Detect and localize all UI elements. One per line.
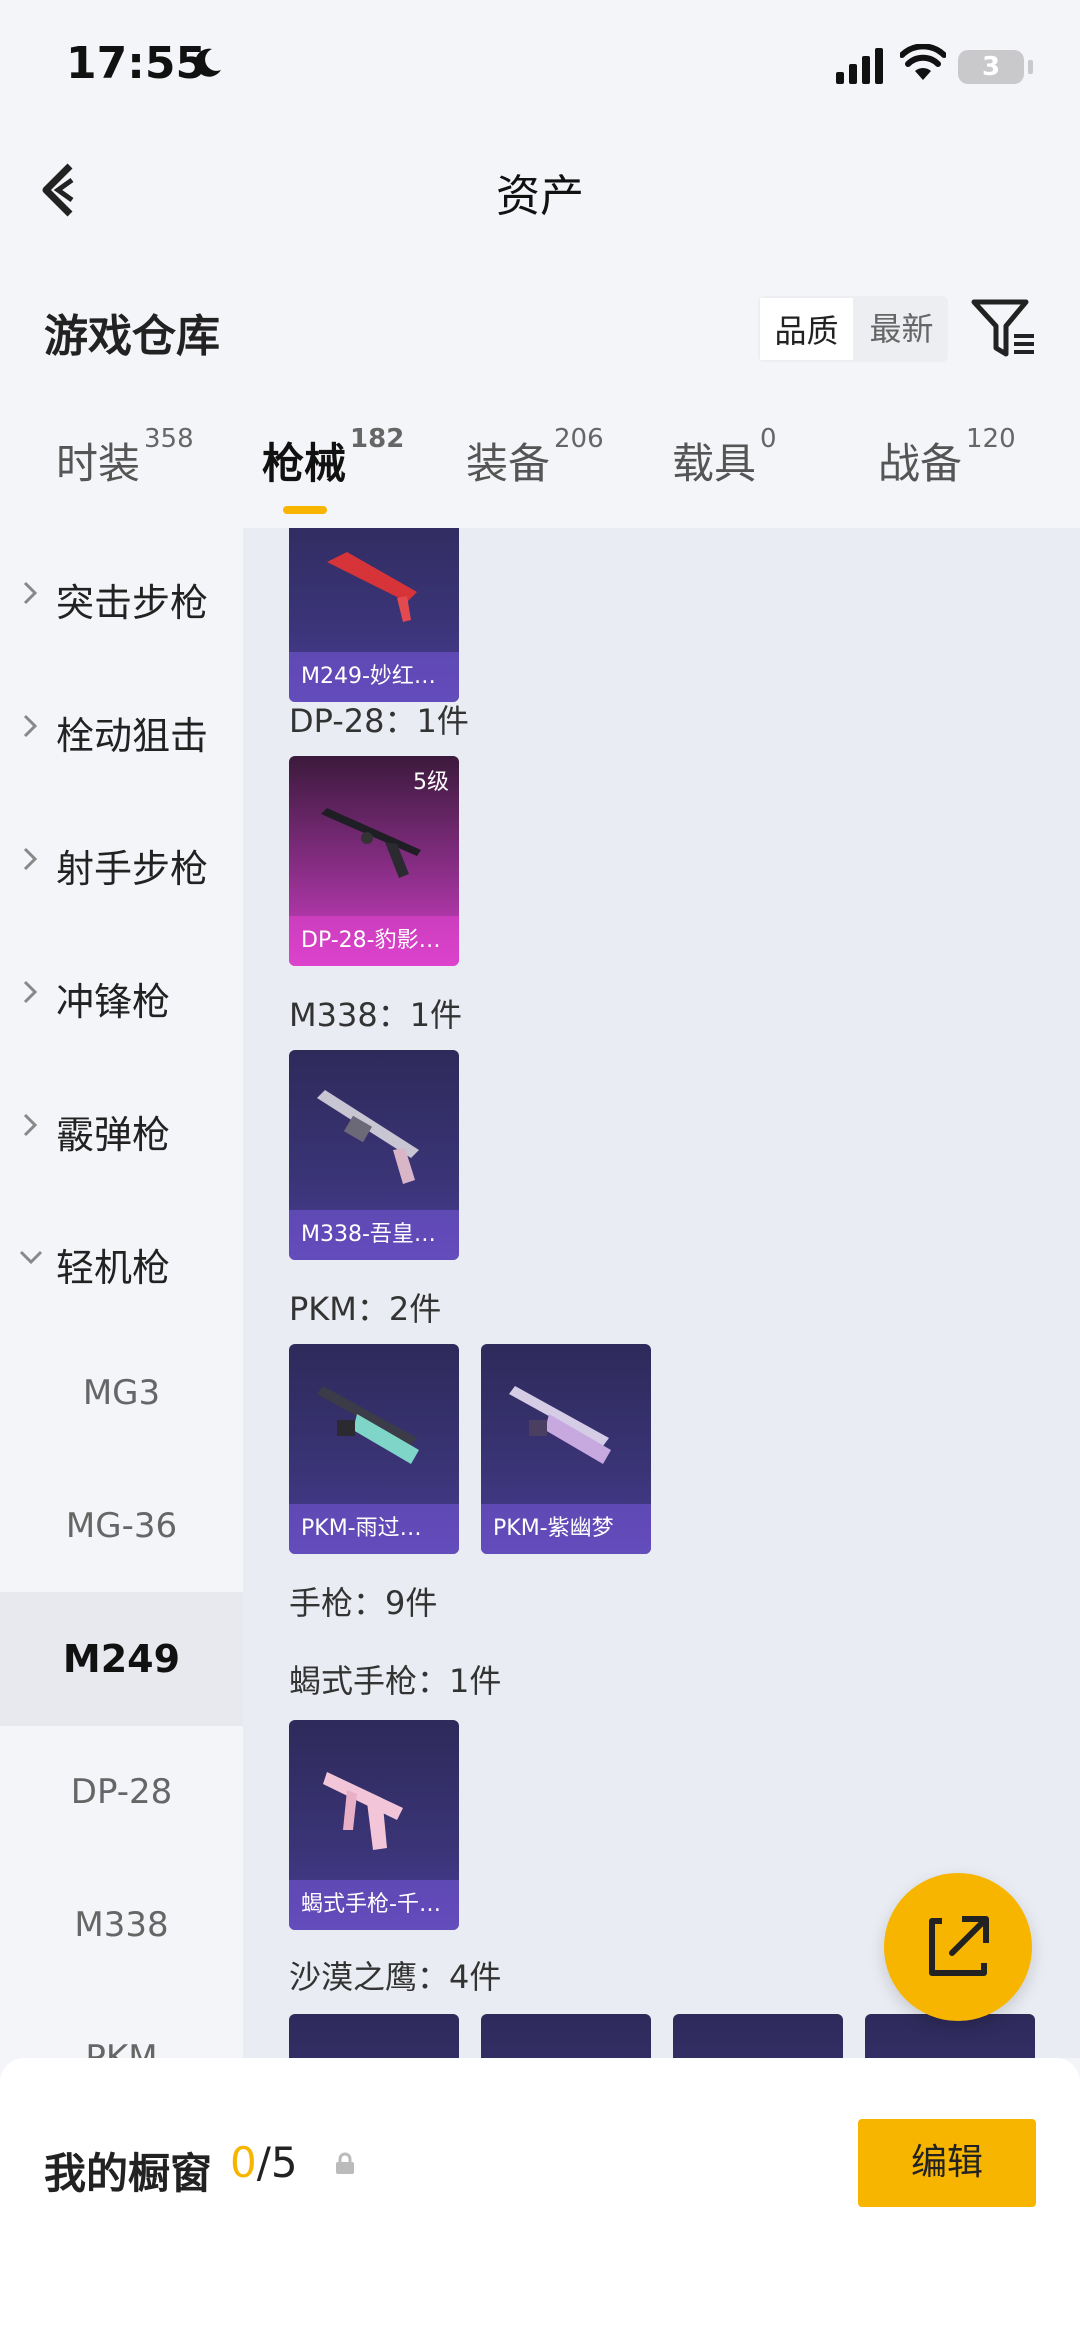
sidebar-item-assault-rifle[interactable]: 突击步枪	[0, 528, 243, 662]
item-card[interactable]: M338-吾皇…	[289, 1050, 459, 1260]
signal-icon	[836, 48, 883, 84]
sidebar-item-label: 霰弹枪	[56, 1113, 171, 1157]
tab-vehicles-count: 0	[760, 424, 777, 454]
status-time: 17:55	[66, 38, 207, 89]
chevron-right-icon	[23, 581, 38, 605]
sidebar-sub-mg36[interactable]: MG-36	[0, 1459, 243, 1593]
gun-icon	[327, 552, 417, 622]
item-name: 蝎式手枪-千…	[301, 1892, 441, 1917]
item-name: DP-28-豹影…	[301, 928, 441, 953]
tab-gear-label: 战备	[878, 439, 963, 488]
item-card[interactable]: 蝎式手枪-千…	[289, 1720, 459, 1930]
group-header-deagle: 沙漠之鹰：4件	[289, 1958, 502, 1996]
item-card[interactable]: PKM-雨过…	[289, 1344, 459, 1554]
group-header-scorpion: 蝎式手枪：1件	[289, 1662, 502, 1700]
item-card[interactable]: 5级 DP-28-豹影…	[289, 756, 459, 966]
gun-icon	[323, 1772, 403, 1850]
tab-fashion-count: 358	[144, 424, 194, 454]
sidebar-item-lmg[interactable]: 轻机枪	[0, 1193, 243, 1327]
item-card[interactable]: PKM-紫幽梦	[481, 1344, 651, 1554]
sidebar-sub-mg3[interactable]: MG3	[0, 1326, 243, 1460]
battery-icon: 3	[958, 50, 1024, 84]
sidebar-item-label: 射手步枪	[56, 847, 209, 891]
sidebar-sub-pkm[interactable]: PKM	[0, 1991, 243, 2058]
sidebar-item-smg[interactable]: 冲锋枪	[0, 927, 243, 1061]
tab-gear-count: 120	[966, 424, 1016, 454]
tab-fashion[interactable]: 时装 358	[56, 424, 194, 491]
tab-gear[interactable]: 战备 120	[878, 424, 1016, 491]
gun-icon	[317, 1386, 419, 1464]
tab-guns-count: 182	[350, 424, 405, 454]
showcase-count-current: 0	[230, 2138, 257, 2187]
edit-button[interactable]: 编辑	[858, 2119, 1036, 2207]
sort-newest-option[interactable]: 最新	[855, 296, 948, 362]
category-tabs: 时装 358 枪械 182 装备 206 载具 0 战备 120	[0, 424, 1080, 520]
item-name: PKM-紫幽梦	[493, 1516, 614, 1541]
tab-equipment[interactable]: 装备 206	[466, 424, 604, 491]
item-name: PKM-雨过…	[301, 1516, 422, 1541]
gun-icon	[321, 808, 421, 878]
item-grid: M249-妙红… DP-28：1件 5级 DP-28-豹影… M338：1件 M…	[243, 528, 1080, 2058]
sidebar-sub-m249[interactable]: M249	[0, 1592, 243, 1726]
page-title: 资产	[496, 171, 584, 222]
item-name: M338-吾皇…	[301, 1222, 436, 1247]
tab-guns[interactable]: 枪械 182	[262, 424, 404, 491]
chevron-down-icon	[19, 1250, 43, 1265]
showcase-label: 我的橱窗	[44, 2149, 213, 2198]
tab-fashion-label: 时装	[56, 439, 141, 488]
chevron-right-icon	[23, 1113, 38, 1137]
share-fab[interactable]	[884, 1873, 1032, 2021]
group-header-pkm: PKM：2件	[289, 1290, 442, 1328]
showcase-count: 0/5	[230, 2138, 298, 2187]
tab-active-indicator	[283, 506, 327, 514]
gun-icon	[509, 1386, 611, 1464]
sidebar-item-label: 轻机枪	[56, 1246, 171, 1290]
tab-equipment-count: 206	[554, 424, 604, 454]
section-title: 游戏仓库	[44, 311, 220, 362]
sidebar-sub-m338[interactable]: M338	[0, 1858, 243, 1992]
sidebar-item-bolt-sniper[interactable]: 栓动狙击	[0, 661, 243, 795]
group-header-m338: M338：1件	[289, 996, 463, 1034]
share-icon	[929, 1916, 989, 1976]
sidebar-sub-dp28[interactable]: DP-28	[0, 1725, 243, 1859]
item-name: M249-妙红…	[301, 664, 436, 689]
tab-equipment-label: 装备	[466, 439, 551, 488]
item-card[interactable]	[481, 2014, 651, 2058]
group-header-pistol: 手枪：9件	[289, 1584, 438, 1622]
tab-vehicles[interactable]: 载具 0	[672, 424, 777, 491]
lock-icon	[336, 2152, 354, 2174]
group-header-dp28: DP-28：1件	[289, 702, 469, 740]
chevron-right-icon	[23, 714, 38, 738]
battery-cap	[1028, 60, 1033, 74]
sort-toggle: 品质 最新	[758, 296, 948, 362]
chevron-right-icon	[23, 980, 38, 1004]
sidebar-item-marksman-rifle[interactable]: 射手步枪	[0, 794, 243, 928]
tab-vehicles-label: 载具	[672, 439, 757, 488]
chevron-right-icon	[23, 847, 38, 871]
gun-icon	[317, 1090, 419, 1184]
showcase-count-total: /5	[256, 2138, 298, 2187]
sidebar-item-shotgun[interactable]: 霰弹枪	[0, 1060, 243, 1194]
sidebar-item-label: 栓动狙击	[56, 714, 209, 758]
sidebar-item-label: 冲锋枪	[56, 980, 171, 1024]
battery-level: 3	[981, 52, 1001, 82]
filter-icon[interactable]	[970, 298, 1036, 360]
sidebar: 突击步枪 栓动狙击 射手步枪 冲锋枪 霰弹枪 轻机枪 MG3 MG-36 M24…	[0, 528, 243, 2058]
item-card[interactable]	[289, 2014, 459, 2058]
tab-guns-label: 枪械	[262, 439, 347, 488]
sidebar-item-label: 突击步枪	[56, 581, 209, 625]
wifi-icon	[900, 44, 946, 80]
item-card[interactable]: M249-妙红…	[289, 528, 459, 702]
sort-quality-option[interactable]: 品质	[758, 296, 855, 362]
item-card[interactable]	[673, 2014, 843, 2058]
moon-icon	[195, 48, 221, 77]
